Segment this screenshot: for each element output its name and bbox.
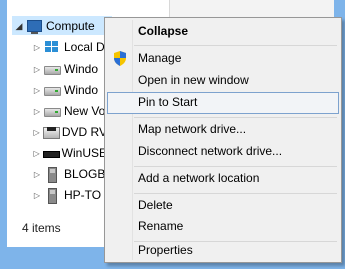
hard-drive-icon: [44, 83, 61, 97]
usb-stick-icon: [44, 188, 60, 204]
menu-item-label: Disconnect network drive...: [138, 144, 283, 158]
computer-icon: [26, 19, 42, 34]
menu-item-label: Map network drive...: [138, 122, 247, 136]
menu-item-label: Manage: [138, 51, 182, 65]
tree-item-usb-stick[interactable]: ▷ BLOGB: [32, 164, 107, 184]
menu-item-label: Open in new window: [138, 73, 249, 87]
menu-item-add-network-location[interactable]: Add a network location: [107, 168, 339, 190]
pane-divider[interactable]: [169, 0, 170, 17]
tree-item-label: HP-TO: [64, 188, 102, 202]
status-item-count: 4 items: [22, 221, 61, 235]
menu-separator: [134, 193, 337, 194]
windows-drive-icon: [44, 40, 60, 54]
dvd-drive-icon: [43, 125, 61, 139]
collapse-arrow-icon[interactable]: ▷: [32, 86, 42, 95]
menu-item-map-network-drive[interactable]: Map network drive...: [107, 119, 339, 141]
menu-separator: [134, 166, 337, 167]
window-frame-left: [0, 0, 7, 269]
uac-shield-icon: [114, 51, 126, 66]
tree-root-computer[interactable]: ◢ Compute: [14, 16, 110, 36]
collapse-arrow-icon[interactable]: ▷: [32, 65, 42, 74]
menu-item-label: Properties: [138, 243, 193, 257]
tree-item-dvd-drive[interactable]: ▷ DVD RV: [32, 122, 107, 142]
menu-item-properties[interactable]: Properties: [107, 240, 339, 262]
menu-item-label: Add a network location: [138, 171, 260, 185]
menu-item-rename[interactable]: Rename: [107, 216, 339, 238]
menu-item-pin-to-start[interactable]: Pin to Start: [107, 92, 339, 114]
tree-item-label: Windo: [64, 83, 99, 97]
menu-item-label: Delete: [138, 198, 173, 212]
usb-stick-icon: [44, 167, 60, 183]
collapse-arrow-icon[interactable]: ▷: [32, 170, 42, 179]
tree-item-label: Local D: [64, 40, 105, 54]
collapse-arrow-icon[interactable]: ▷: [32, 128, 41, 137]
menu-item-disconnect-network-drive[interactable]: Disconnect network drive...: [107, 141, 339, 163]
tree-item-usb-drive[interactable]: ▷ WinUSE: [32, 143, 107, 163]
tree-root-label: Compute: [46, 19, 95, 33]
menu-item-open-new-window[interactable]: Open in new window: [107, 70, 339, 92]
tree-item-drive[interactable]: ▷ Windo: [32, 80, 107, 100]
collapse-arrow-icon[interactable]: ▷: [32, 107, 42, 116]
tree-item-drive[interactable]: ▷ Windo: [32, 59, 107, 79]
tree-item-label: BLOGB: [64, 167, 106, 181]
tree-item-drive[interactable]: ▷ New Vo: [32, 101, 107, 121]
menu-item-label: Rename: [138, 219, 184, 233]
hard-drive-icon: [44, 62, 61, 76]
menu-item-label: Pin to Start: [138, 95, 198, 109]
content-pane-header: [170, 0, 334, 18]
collapse-arrow-icon[interactable]: ▷: [32, 149, 41, 158]
menu-separator: [134, 45, 337, 46]
menu-item-manage[interactable]: Manage: [107, 48, 339, 70]
hard-drive-icon: [44, 104, 61, 118]
tree-item-label: Windo: [64, 62, 99, 76]
usb-drive-icon: [43, 146, 61, 160]
tree-item-label: DVD RV: [61, 125, 107, 139]
tree-item-usb-stick[interactable]: ▷ HP-TO: [32, 185, 107, 205]
menu-item-collapse[interactable]: Collapse: [107, 21, 339, 43]
context-menu: Collapse Manage Open in new window Pin t…: [104, 17, 342, 263]
collapse-arrow-icon[interactable]: ▷: [32, 191, 42, 200]
tree-item-label: New Vo: [64, 104, 106, 118]
tree-item-label: WinUSE: [61, 146, 107, 160]
tree-item-local-disk[interactable]: ▷ Local D: [32, 37, 107, 57]
collapse-arrow-icon[interactable]: ▷: [32, 43, 42, 52]
menu-separator: [134, 117, 337, 118]
menu-item-label: Collapse: [138, 24, 189, 38]
expand-arrow-icon[interactable]: ◢: [14, 21, 24, 32]
menu-item-delete[interactable]: Delete: [107, 195, 339, 217]
